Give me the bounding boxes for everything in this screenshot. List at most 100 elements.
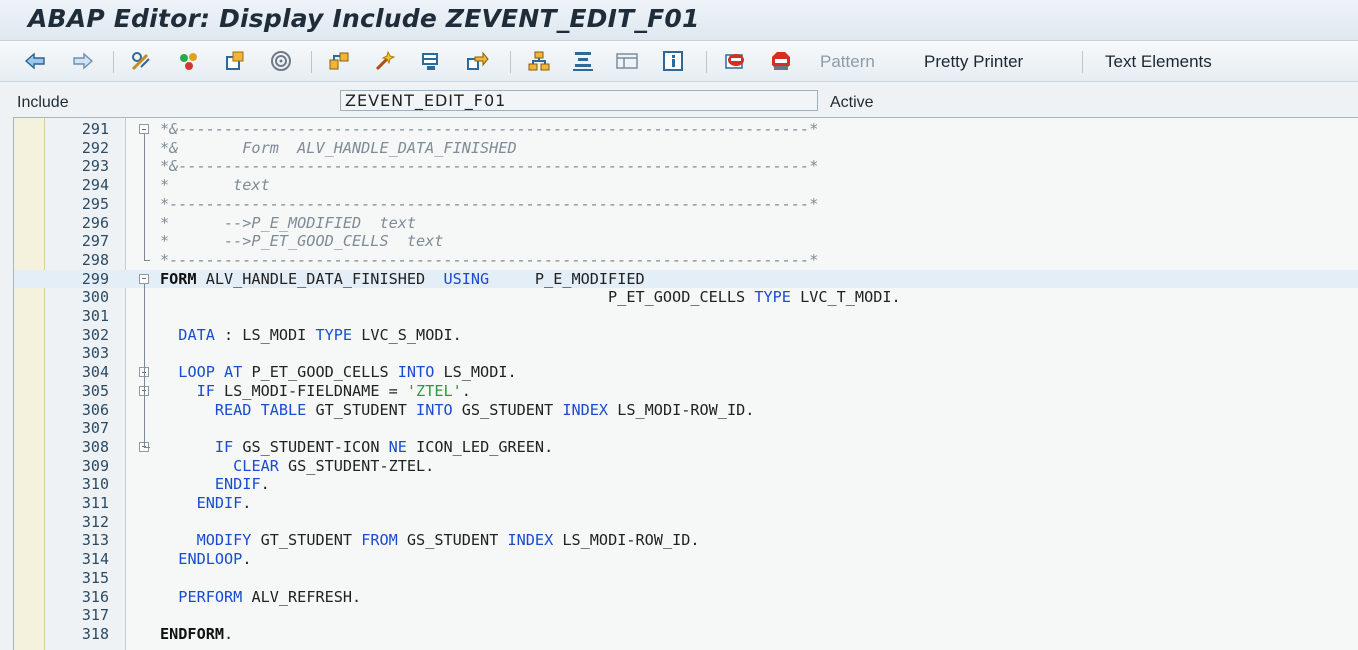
- code-token: *---------------------------------------…: [160, 194, 819, 213]
- code-token: ALV_HANDLE_DATA_FINISHED: [205, 269, 444, 288]
- code-line[interactable]: 299 FORM ALV_HANDLE_DATA_FINISHED USING P…: [14, 269, 1358, 289]
- include-name-field[interactable]: ZEVENT_EDIT_F01: [340, 90, 818, 111]
- code-token: TYPE: [754, 288, 791, 307]
- object-list-icon[interactable]: [526, 48, 552, 74]
- code-line[interactable]: 294 * text: [14, 176, 1358, 195]
- code-text: IF GS_STUDENT-ICON NE ICON_LED_GREEN.: [160, 438, 553, 457]
- pattern-button[interactable]: Pattern: [820, 52, 875, 72]
- code-line[interactable]: 296 * -->P_E_MODIFIED text: [14, 214, 1358, 233]
- line-number: 294: [81, 176, 109, 195]
- line-number: 293: [81, 157, 109, 176]
- enhance-icon[interactable]: [372, 48, 398, 74]
- code-token: LOOP AT: [178, 363, 243, 382]
- indent-icon[interactable]: [570, 48, 596, 74]
- line-number: 311: [81, 494, 109, 512]
- text-elements-button[interactable]: Text Elements: [1105, 52, 1212, 72]
- code-token: LS_MODI-ROW_ID.: [553, 531, 700, 550]
- check-icon[interactable]: [176, 48, 202, 74]
- navigation-icon[interactable]: [418, 48, 444, 74]
- code-line[interactable]: 309 CLEAR GS_STUDENT-ZTEL.: [14, 457, 1358, 476]
- code-token: * -->P_E_MODIFIED text: [160, 213, 417, 232]
- line-number: 291: [81, 120, 109, 138]
- code-token: ENDFORM: [160, 624, 225, 643]
- code-token: GT_STUDENT: [251, 531, 362, 550]
- line-number: 302: [81, 325, 109, 344]
- code-line[interactable]: 311 ENDIF.: [14, 494, 1358, 513]
- code-line[interactable]: 317: [14, 606, 1358, 625]
- code-line[interactable]: 306 READ TABLE GT_STUDENT INTO GS_STUDEN…: [14, 401, 1358, 420]
- screen-icon[interactable]: [614, 48, 640, 74]
- code-text: * -->P_E_MODIFIED text: [160, 214, 416, 233]
- fold-toggle-icon[interactable]: [139, 273, 149, 284]
- code-token: P_E_MODIFIED: [489, 269, 645, 288]
- code-token: DATA: [178, 325, 215, 344]
- code-line[interactable]: 308 IF GS_STUDENT-ICON NE ICON_LED_GREEN…: [14, 438, 1358, 457]
- code-line[interactable]: 293 *&-----------------------------------…: [14, 157, 1358, 176]
- code-line[interactable]: 315: [14, 569, 1358, 588]
- code-line[interactable]: 305 IF LS_MODI-FIELDNAME = 'ZTEL'.: [14, 382, 1358, 401]
- code-line[interactable]: 318 ENDFORM.: [14, 625, 1358, 644]
- code-line[interactable]: 295 *------------------------------------…: [14, 195, 1358, 214]
- code-line[interactable]: 297 * -->P_ET_GOOD_CELLS text: [14, 232, 1358, 251]
- code-token: GS_STUDENT: [452, 400, 563, 419]
- code-line[interactable]: 316 PERFORM ALV_REFRESH.: [14, 588, 1358, 607]
- line-number: 307: [81, 419, 109, 438]
- where-used-icon[interactable]: [326, 48, 352, 74]
- code-line[interactable]: 301: [14, 307, 1358, 326]
- line-number: 312: [81, 512, 109, 531]
- code-line[interactable]: 303: [14, 344, 1358, 363]
- code-token: PERFORM: [178, 587, 243, 606]
- code-token: LVC_S_MODI.: [352, 325, 462, 344]
- code-line[interactable]: 304 LOOP AT P_ET_GOOD_CELLS INTO LS_MODI…: [14, 363, 1358, 382]
- forward-icon[interactable]: [70, 48, 96, 74]
- code-token: ALV_REFRESH.: [242, 587, 362, 606]
- line-number: 297: [81, 232, 109, 251]
- code-line[interactable]: 302 DATA : LS_MODI TYPE LVC_S_MODI.: [14, 326, 1358, 345]
- code-line[interactable]: 298 *------------------------------------…: [14, 251, 1358, 270]
- code-token: : LS_MODI: [214, 325, 316, 344]
- info-icon[interactable]: [660, 48, 686, 74]
- code-text: *---------------------------------------…: [160, 195, 818, 214]
- code-token: .: [242, 550, 252, 569]
- code-line[interactable]: 310 ENDIF.: [14, 475, 1358, 494]
- code-editor[interactable]: 291 *&-----------------------------------…: [13, 117, 1358, 650]
- line-number: 308: [81, 437, 109, 456]
- code-line[interactable]: 313 MODIFY GT_STUDENT FROM GS_STUDENT IN…: [14, 531, 1358, 550]
- breakpoint-icon[interactable]: [722, 48, 748, 74]
- include-label: Include: [17, 94, 69, 111]
- code-line[interactable]: 312: [14, 513, 1358, 532]
- code-token: FORM: [160, 269, 206, 288]
- line-number: 292: [81, 138, 109, 157]
- fold-guide-end: [144, 446, 150, 448]
- code-token: TYPE: [315, 325, 353, 344]
- code-token: LS_MODI-ROW_ID.: [608, 400, 755, 419]
- code-token: CLEAR: [233, 456, 279, 475]
- application-toolbar: Pattern Pretty Printer Text Elements: [0, 41, 1358, 82]
- code-token: .: [224, 624, 234, 643]
- pretty-printer-button[interactable]: Pretty Printer: [924, 52, 1023, 72]
- code-line[interactable]: 314 ENDLOOP.: [14, 550, 1358, 569]
- line-number: 301: [81, 307, 109, 325]
- code-line[interactable]: 300 P_ET_GOOD_CELLS TYPE LVC_T_MODI.: [14, 288, 1358, 307]
- navigation-window-icon[interactable]: [464, 48, 490, 74]
- code-text: MODIFY GT_STUDENT FROM GS_STUDENT INDEX …: [160, 531, 700, 550]
- code-line[interactable]: 307: [14, 419, 1358, 438]
- activate-icon[interactable]: [222, 48, 248, 74]
- window-title: ABAP Editor: Display Include ZEVENT_EDIT…: [28, 4, 700, 33]
- test-icon[interactable]: [268, 48, 294, 74]
- code-token: INTO: [416, 400, 453, 419]
- line-number: 303: [81, 344, 109, 363]
- code-line[interactable]: 292 *& Form ALV_HANDLE_DATA_FINISHED: [14, 139, 1358, 158]
- fold-guide: [144, 134, 145, 260]
- line-number: 317: [81, 606, 109, 625]
- stop-icon[interactable]: [768, 48, 794, 74]
- display-change-icon[interactable]: [128, 48, 154, 74]
- fold-toggle-icon[interactable]: [139, 124, 149, 134]
- code-token: GS_STUDENT-ICON: [233, 437, 389, 456]
- back-icon[interactable]: [22, 48, 48, 74]
- code-line[interactable]: 291 *&-----------------------------------…: [14, 120, 1358, 139]
